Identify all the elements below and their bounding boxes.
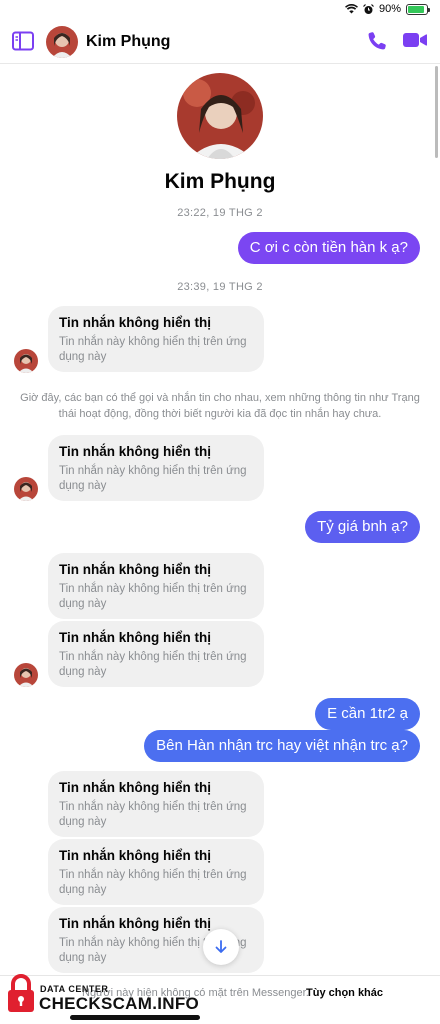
battery-percent: 90% <box>378 3 401 15</box>
hidden-message[interactable]: Tin nhắn không hiển thị Tin nhắn này khô… <box>48 306 264 372</box>
video-call-button[interactable] <box>402 30 430 54</box>
outgoing-message[interactable]: Bên Hàn nhận trc hay việt nhận trc ạ? <box>144 730 420 762</box>
more-options-link[interactable]: Tùy chọn khác <box>306 987 383 999</box>
hidden-message-title: Tin nhắn không hiển thị <box>59 630 211 645</box>
hidden-message-title: Tin nhắn không hiển thị <box>59 562 211 577</box>
outgoing-message[interactable]: Tỷ giá bnh ạ? <box>305 511 420 543</box>
hidden-message[interactable]: Tin nhắn không hiển thị Tin nhắn này khô… <box>48 771 264 837</box>
status-bar: 90% <box>0 0 440 20</box>
hidden-message[interactable]: Tin nhắn không hiển thị Tin nhắn này khô… <box>48 839 264 905</box>
alarm-icon <box>363 3 374 14</box>
conversation-header: Kim Phụng <box>0 22 440 64</box>
hidden-message-body: Tin nhắn này không hiển thị trên ứng dụn… <box>59 651 247 678</box>
watermark-line1: DATA CENTER <box>40 984 109 994</box>
avatar[interactable] <box>46 26 78 58</box>
lock-icon <box>8 974 34 1012</box>
arrow-down-icon <box>215 940 227 953</box>
watermark: DATA CENTER CHECKSCAM.INFO <box>6 970 206 1018</box>
avatar[interactable] <box>14 477 38 501</box>
profile-avatar[interactable] <box>177 73 263 159</box>
avatar[interactable] <box>14 663 38 687</box>
hidden-message[interactable]: Tin nhắn không hiển thị Tin nhắn này khô… <box>48 435 264 501</box>
phone-icon <box>368 32 386 50</box>
timestamp: 23:39, 19 THG 2 <box>177 281 263 293</box>
timestamp: 23:22, 19 THG 2 <box>177 207 263 219</box>
watermark-line2: CHECKSCAM.INFO <box>39 994 200 1013</box>
contact-name[interactable]: Kim Phụng <box>86 33 170 51</box>
hidden-message-body: Tin nhắn này không hiển thị trên ứng dụn… <box>59 336 247 363</box>
hidden-message-title: Tin nhắn không hiển thị <box>59 444 211 459</box>
hidden-message-body: Tin nhắn này không hiển thị trên ứng dụn… <box>59 869 247 896</box>
scrollbar[interactable] <box>435 66 438 158</box>
hidden-message-body: Tin nhắn này không hiển thị trên ứng dụn… <box>59 583 247 610</box>
wifi-icon <box>344 4 358 14</box>
connection-notice: Giờ đây, các bạn có thể gọi và nhắn tin … <box>20 392 420 420</box>
outgoing-message[interactable]: E cần 1tr2 ạ <box>315 698 420 730</box>
status-icons: 90% <box>344 3 430 15</box>
hidden-message-body: Tin nhắn này không hiển thị trên ứng dụn… <box>59 465 247 492</box>
hidden-message-title: Tin nhắn không hiển thị <box>59 780 211 795</box>
audio-call-button[interactable] <box>366 30 390 54</box>
profile-name: Kim Phụng <box>164 170 276 193</box>
hidden-message[interactable]: Tin nhắn không hiển thị Tin nhắn này khô… <box>48 621 264 687</box>
outgoing-message[interactable]: C ơi c còn tiền hàn k ạ? <box>237 232 420 264</box>
battery-level <box>408 5 424 13</box>
hidden-message-title: Tin nhắn không hiển thị <box>59 315 211 330</box>
hidden-message-body: Tin nhắn này không hiển thị trên ứng dụn… <box>59 801 247 828</box>
sidebar-icon <box>12 31 34 51</box>
video-camera-icon <box>403 33 427 47</box>
hidden-message[interactable]: Tin nhắn không hiển thị Tin nhắn này khô… <box>48 553 264 619</box>
avatar[interactable] <box>14 349 38 373</box>
battery-icon <box>406 3 430 15</box>
scroll-to-bottom-button[interactable] <box>203 929 239 965</box>
sidebar-toggle-button[interactable] <box>12 31 36 53</box>
hidden-message-title: Tin nhắn không hiển thị <box>59 848 211 863</box>
